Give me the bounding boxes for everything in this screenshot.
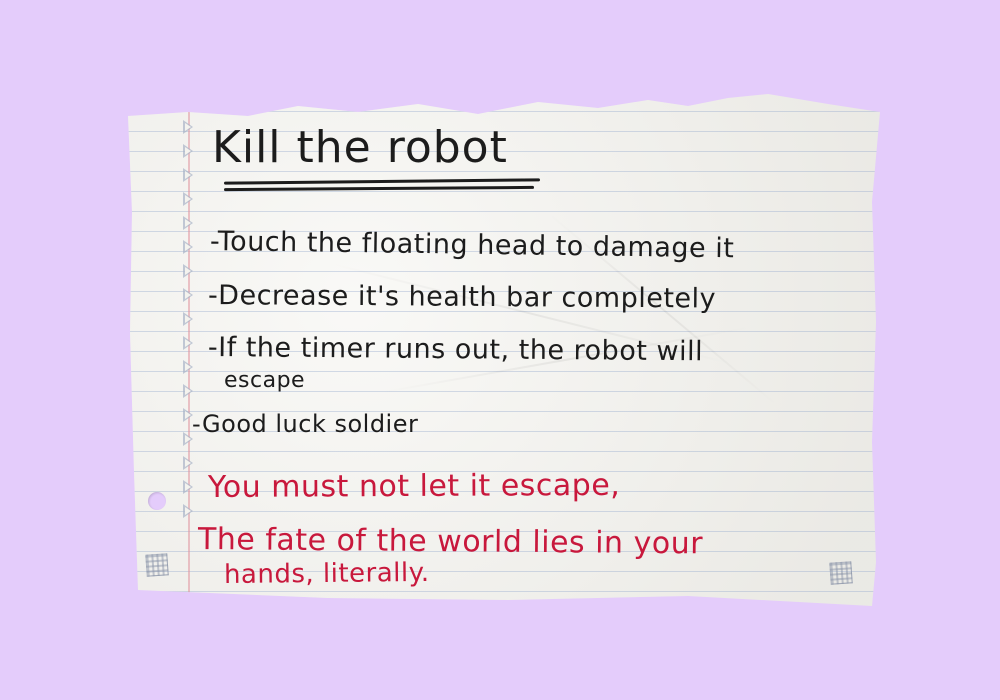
margin-triangle-icon: [183, 504, 193, 518]
torn-notebook-paper: Kill the robot -Touch the floating head …: [128, 94, 880, 606]
margin-triangle-icon: [183, 480, 193, 494]
margin-triangle-icon: [183, 288, 193, 302]
corner-code-icon: [145, 553, 169, 577]
margin-triangle-icon: [183, 360, 193, 374]
margin-triangle-icon: [183, 312, 193, 326]
margin-triangle-icon: [183, 456, 193, 470]
margin-triangle-icon: [183, 240, 193, 254]
margin-triangle-icon: [183, 168, 193, 182]
title-underline: [223, 185, 535, 192]
punch-hole: [148, 492, 166, 510]
warning-line: You must not let it escape,: [207, 467, 621, 505]
instruction-line-continued: escape: [224, 368, 306, 393]
instruction-line: -Good luck soldier: [192, 410, 419, 438]
margin-triangle-icon: [183, 192, 193, 206]
corner-code-icon: [829, 561, 853, 585]
note-title: Kill the robot: [212, 122, 508, 173]
margin-triangle-icon: [183, 264, 193, 278]
instruction-line: -Decrease it's health bar completely: [207, 280, 717, 315]
warning-line: hands, literally.: [223, 557, 430, 590]
instruction-line: -Touch the floating head to damage it: [209, 226, 735, 265]
title-underline: [223, 178, 541, 185]
margin-triangle-icon: [183, 384, 193, 398]
scene-background: Kill the robot -Touch the floating head …: [0, 0, 1000, 700]
margin-triangle-icon: [183, 120, 193, 134]
margin-triangle-icon: [183, 144, 193, 158]
warning-line: The fate of the world lies in your: [197, 522, 704, 562]
margin-triangle-icon: [183, 216, 193, 230]
margin-triangle-icon: [183, 336, 193, 350]
instruction-line: -If the timer runs out, the robot will: [207, 332, 704, 368]
